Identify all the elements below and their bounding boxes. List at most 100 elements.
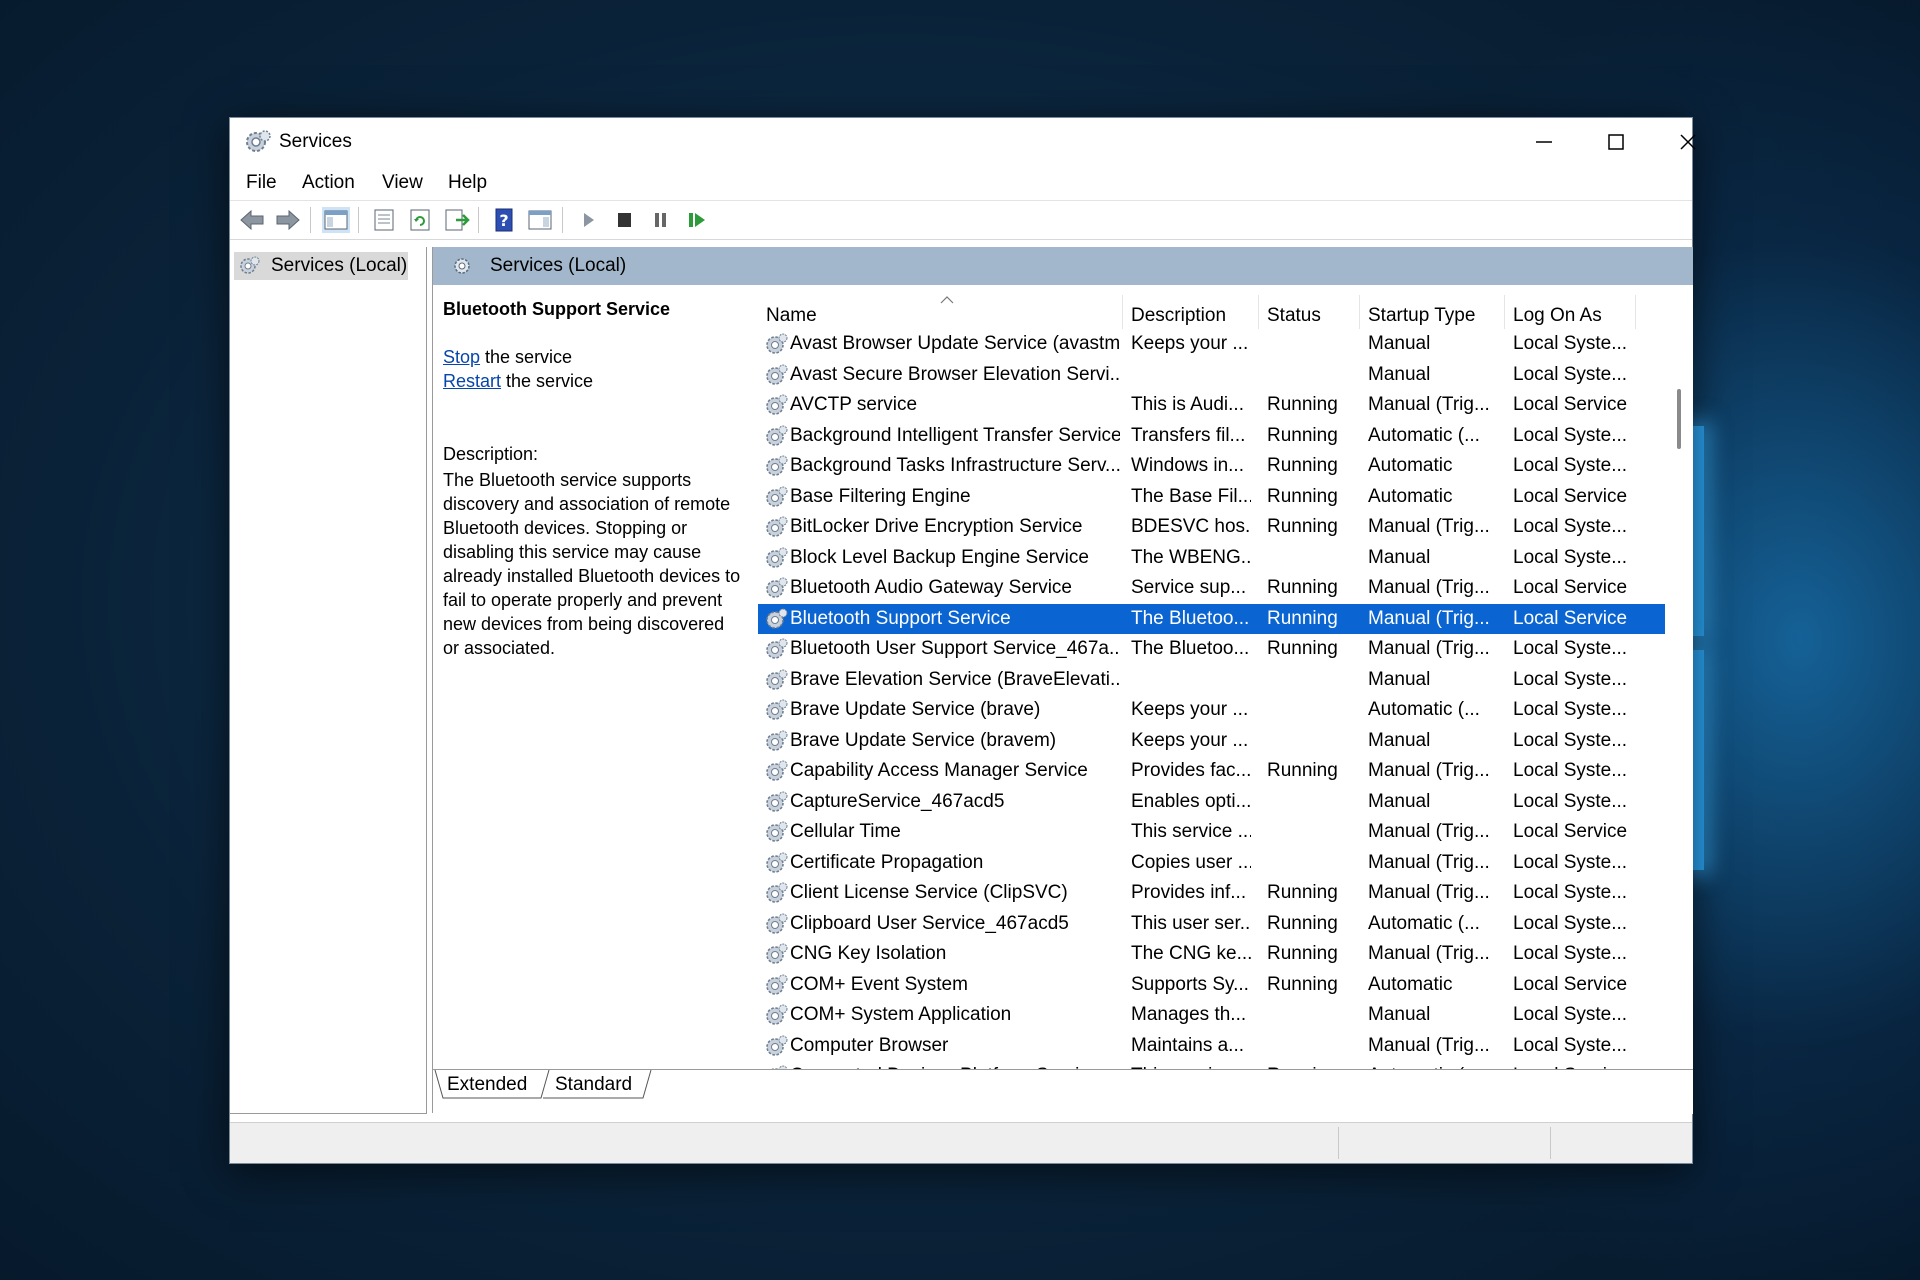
- column-header-name[interactable]: Name: [758, 295, 1123, 329]
- service-row[interactable]: Client License Service (ClipSVC) Provides…: [758, 878, 1665, 908]
- column-header-label: Log On As: [1513, 305, 1602, 326]
- service-row[interactable]: COM+ System Application Manages th... Manu…: [758, 1000, 1665, 1030]
- toolbar-separator: [478, 207, 479, 233]
- service-row[interactable]: Bluetooth Support Service The Bluetoo... R…: [758, 603, 1665, 634]
- service-row[interactable]: Brave Elevation Service (BraveElevati...…: [758, 665, 1665, 695]
- service-row[interactable]: Connected Devices Platform ServiceThis s…: [758, 1061, 1665, 1069]
- service-gear-icon: [766, 547, 788, 568]
- service-row[interactable]: Brave Update Service (brave) Keeps your .…: [758, 695, 1665, 725]
- column-header-startup-type[interactable]: Startup Type: [1360, 295, 1505, 329]
- tab-extended-label: Extended: [447, 1074, 528, 1095]
- service-row[interactable]: CaptureService_467acd5 Enables opti... Man…: [758, 787, 1665, 817]
- cell-name: COM+ System Application: [790, 1004, 1012, 1025]
- cell-name: Background Tasks Infrastructure Serv...: [790, 455, 1120, 476]
- service-row[interactable]: Clipboard User Service_467acd5 This user …: [758, 909, 1665, 939]
- service-row[interactable]: COM+ Event System Supports Sy... Running Au…: [758, 970, 1665, 1000]
- service-gear-icon: [766, 608, 788, 629]
- description-label: Description:: [443, 444, 539, 464]
- service-row[interactable]: Background Intelligent Transfer Service T…: [758, 421, 1665, 451]
- minimize-button[interactable]: [1508, 118, 1580, 166]
- stop-service-link[interactable]: Stop: [443, 347, 480, 367]
- service-row[interactable]: Background Tasks Infrastructure Serv... W…: [758, 451, 1665, 481]
- service-row[interactable]: Base Filtering Engine The Base Fil... Runn…: [758, 482, 1665, 512]
- properties-icon[interactable]: [370, 207, 398, 233]
- tree-item-services-local[interactable]: Services (Local): [234, 252, 408, 280]
- show-hide-console-tree-icon[interactable]: [322, 207, 350, 233]
- service-row[interactable]: BitLocker Drive Encryption Service BDESVC…: [758, 512, 1665, 542]
- restart-service-icon[interactable]: [682, 207, 710, 233]
- column-header-description[interactable]: Description: [1123, 295, 1259, 329]
- services-window: Services File Action View Help ? Service…: [229, 117, 1696, 1164]
- services-list: Name Description Status Startup Type Log…: [758, 285, 1693, 1069]
- service-gear-icon: [766, 669, 788, 690]
- tab-standard[interactable]: Standard: [545, 1070, 651, 1098]
- menu-help[interactable]: Help: [448, 172, 487, 194]
- search-gear-icon: [454, 258, 470, 274]
- cell-status: Running: [1267, 912, 1338, 934]
- service-row[interactable]: Capability Access Manager Service Provide…: [758, 756, 1665, 786]
- cell-description: Keeps your ...: [1131, 699, 1249, 720]
- service-gear-icon: [766, 730, 788, 751]
- column-header-status[interactable]: Status: [1259, 295, 1360, 329]
- refresh-icon[interactable]: [406, 207, 434, 233]
- cell-description: The Base Fil...: [1131, 485, 1251, 507]
- service-row[interactable]: Avast Secure Browser Elevation Servi... M…: [758, 360, 1665, 390]
- cell-startup-type: Manual (Trig...: [1368, 882, 1490, 903]
- service-row[interactable]: Brave Update Service (bravem) Keeps your …: [758, 726, 1665, 756]
- restart-line-text: the service: [501, 371, 594, 391]
- export-list-icon[interactable]: [442, 207, 470, 233]
- svg-text:?: ?: [499, 211, 508, 230]
- description-text: The Bluetooth service supports discovery…: [443, 470, 741, 658]
- close-button[interactable]: [1652, 118, 1724, 166]
- service-row[interactable]: Certificate Propagation Copies user ... Ma…: [758, 848, 1665, 878]
- maximize-button[interactable]: [1580, 118, 1652, 166]
- service-row[interactable]: CNG Key Isolation The CNG ke... Running Man…: [758, 939, 1665, 969]
- service-row[interactable]: Avast Browser Update Service (avastm) Kee…: [758, 329, 1665, 359]
- restart-service-link[interactable]: Restart: [443, 371, 501, 391]
- tab-extended[interactable]: Extended: [433, 1070, 545, 1098]
- pause-service-icon[interactable]: [646, 207, 674, 233]
- cell-startup-type: Automatic (...: [1368, 699, 1480, 720]
- cell-name: Brave Update Service (bravem): [790, 729, 1057, 751]
- cell-status: Running: [1267, 882, 1338, 903]
- menu-file[interactable]: File: [246, 172, 277, 194]
- service-row[interactable]: Block Level Backup Engine Service The WBE…: [758, 543, 1665, 573]
- column-header-log-on-as[interactable]: Log On As: [1505, 295, 1636, 329]
- cell-name: Bluetooth User Support Service_467a...: [790, 638, 1120, 659]
- back-arrow-icon[interactable]: [238, 207, 266, 233]
- cell-log-on-as: Local Syste...: [1513, 699, 1628, 720]
- help-icon[interactable]: ?: [490, 207, 518, 233]
- cell-log-on-as: Local Syste...: [1513, 912, 1628, 934]
- service-gear-icon: [766, 852, 788, 873]
- vertical-scrollbar[interactable]: [1665, 329, 1693, 1069]
- stop-service-icon[interactable]: [610, 207, 638, 233]
- view-tabs: Extended Standard: [433, 1069, 1693, 1114]
- cell-name: Cellular Time: [790, 821, 901, 842]
- service-row[interactable]: Computer Browser Maintains a... Manual (Tr…: [758, 1031, 1665, 1061]
- service-row[interactable]: Bluetooth User Support Service_467a... Th…: [758, 634, 1665, 664]
- column-header-label: Description: [1131, 305, 1227, 326]
- status-separator: [1338, 1127, 1339, 1159]
- service-row[interactable]: AVCTP service This is Audi... Running Manua…: [758, 390, 1665, 420]
- cell-startup-type: Manual (Trig...: [1368, 821, 1490, 842]
- service-gear-icon: [766, 425, 788, 446]
- menu-view[interactable]: View: [382, 172, 423, 194]
- start-service-icon[interactable]: [574, 207, 602, 233]
- scrollbar-thumb[interactable]: [1677, 389, 1681, 449]
- cell-description: Provides inf...: [1131, 882, 1247, 903]
- cell-name: Bluetooth Audio Gateway Service: [790, 577, 1073, 598]
- cell-description: Windows in...: [1131, 455, 1244, 476]
- service-row[interactable]: Cellular Time This service ... Manual (Tri…: [758, 817, 1665, 847]
- show-action-pane-icon[interactable]: [526, 207, 554, 233]
- cell-startup-type: Manual (Trig...: [1368, 607, 1490, 629]
- cell-log-on-as: Local Service: [1513, 821, 1628, 842]
- title-bar[interactable]: Services: [230, 118, 1696, 166]
- menu-action[interactable]: Action: [302, 172, 355, 194]
- cell-log-on-as: Local Service: [1513, 577, 1628, 598]
- services-pane: Services (Local) Bluetooth Support Servi…: [432, 247, 1693, 1114]
- column-header-label: Name: [766, 305, 817, 326]
- forward-arrow-icon[interactable]: [274, 207, 302, 233]
- service-row[interactable]: Bluetooth Audio Gateway Service Service s…: [758, 573, 1665, 603]
- cell-description: BDESVC hos...: [1131, 516, 1251, 537]
- service-gear-icon: [766, 882, 788, 903]
